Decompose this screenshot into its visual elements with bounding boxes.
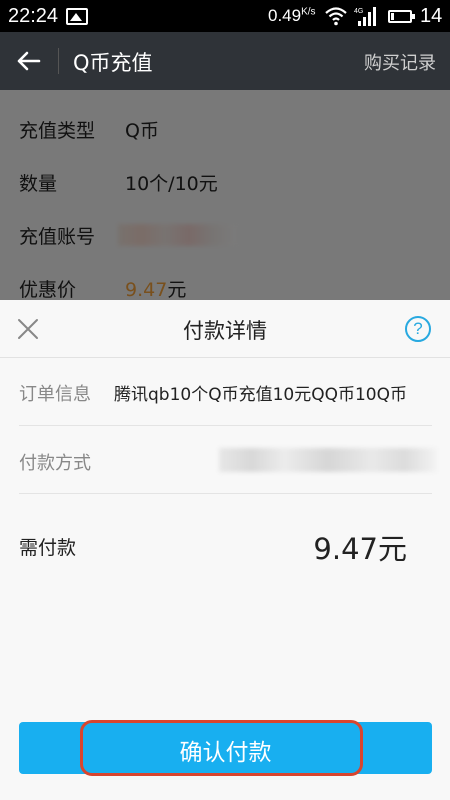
signal-icon: 4G — [354, 7, 376, 26]
confirm-button-highlight — [80, 720, 363, 776]
network-speed: 0.49K/s — [268, 6, 316, 26]
battery-icon — [388, 10, 415, 23]
gallery-icon — [66, 8, 88, 25]
payment-method-label: 付款方式 — [19, 453, 91, 474]
order-info-label: 订单信息 — [19, 384, 91, 405]
order-info-row: 订单信息 腾讯qb10个Q币充值10元QQ币10Q币 — [19, 358, 432, 426]
network-speed-unit: K/s — [301, 6, 316, 18]
status-bar: 22:24 0.49K/s 4G 14 — [0, 0, 450, 32]
wifi-icon — [325, 7, 347, 26]
order-info-value: 腾讯qb10个Q币充值10元QQ币10Q币 — [114, 385, 408, 405]
purchase-history-link[interactable]: 购买记录 — [364, 49, 436, 75]
back-arrow-icon[interactable] — [14, 46, 44, 76]
payment-method-value-blurred — [219, 448, 437, 472]
appbar-divider — [58, 48, 59, 74]
sheet-title: 付款详情 — [183, 319, 267, 343]
help-icon[interactable]: ? — [405, 316, 431, 342]
amount-due-value: 9.47元 — [313, 532, 407, 566]
battery-level — [391, 13, 394, 20]
app-bar: Q币充值 购买记录 — [0, 32, 450, 90]
page-title: Q币充值 — [73, 51, 153, 75]
network-speed-value: 0.49 — [268, 6, 302, 25]
amount-due-label: 需付款 — [19, 537, 77, 559]
sheet-header: 付款详情 ? — [0, 300, 450, 358]
payment-method-row[interactable]: 付款方式 — [19, 426, 437, 494]
status-time: 22:24 — [8, 5, 59, 27]
battery-percent: 14 — [420, 5, 443, 27]
network-type: 4G — [354, 8, 363, 15]
